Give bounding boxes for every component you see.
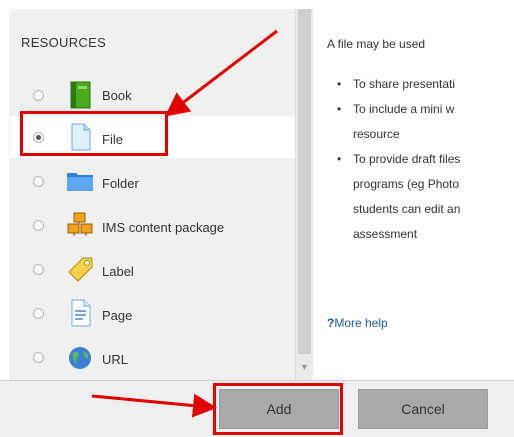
bullet-dot-icon: • [337, 152, 342, 166]
bullet-dot-icon: • [337, 102, 342, 116]
resource-label-label: Label [102, 264, 134, 279]
more-help-label: More help [334, 316, 388, 330]
file-icon [65, 122, 95, 152]
bullet-line: assessment [353, 227, 418, 241]
resource-item-page[interactable]: Page [10, 292, 295, 334]
description-list: • To share presentati • To include a min… [327, 77, 460, 241]
resource-label-url: URL [102, 352, 129, 367]
bullet-line: programs (eg Photo [353, 177, 460, 191]
section-title: RESOURCES [21, 35, 107, 50]
resource-label-file: File [102, 132, 123, 147]
cancel-button[interactable]: Cancel [358, 389, 488, 429]
radio-ims[interactable] [33, 219, 44, 231]
radio-file[interactable] [33, 131, 44, 143]
resource-label-book: Book [102, 88, 132, 103]
ims-package-icon [65, 210, 95, 240]
description-bullet-3: • To provide draft files programs (eg Ph… [327, 152, 460, 241]
book-icon [65, 80, 95, 110]
description-pane: A file may be used • To share presentati… [314, 9, 514, 380]
folder-icon [65, 166, 95, 196]
resource-item-label[interactable]: Label [10, 248, 295, 290]
label-tag-icon [65, 254, 95, 284]
bullet-line: To include a mini w [353, 102, 455, 116]
bullet-line: To share presentati [353, 77, 456, 91]
radio-folder[interactable] [33, 175, 44, 187]
resource-label-page: Page [102, 308, 133, 323]
resource-label-folder: Folder [102, 176, 139, 191]
list-scrollbar-thumb[interactable] [298, 9, 311, 354]
resource-item-folder[interactable]: Folder [10, 160, 295, 202]
bullet-dot-icon: • [337, 77, 342, 91]
resource-item-book[interactable]: Book [10, 74, 295, 116]
radio-book[interactable] [33, 89, 44, 101]
bullet-line: To provide draft files [353, 152, 461, 166]
radio-label[interactable] [33, 263, 44, 275]
description-bullet-2: • To include a mini w resource [327, 102, 460, 141]
description-bullet-1: • To share presentati [327, 77, 460, 91]
resource-label-ims: IMS content package [102, 220, 225, 235]
activity-chooser-dialog: RESOURCES Book File Folder IMS content p… [0, 0, 514, 437]
resource-item-file[interactable]: File [10, 116, 295, 158]
radio-page[interactable] [33, 307, 44, 319]
resource-item-ims[interactable]: IMS content package [10, 204, 295, 246]
url-globe-icon [65, 342, 95, 372]
description-intro: A file may be used [327, 37, 426, 51]
add-button[interactable]: Add [219, 389, 339, 429]
page-icon [65, 298, 95, 328]
resource-item-url[interactable]: URL [10, 336, 295, 378]
bullet-line: students can edit an [353, 202, 461, 216]
radio-url[interactable] [33, 351, 44, 363]
scroll-down-arrow-icon[interactable]: ▼ [300, 362, 309, 372]
bullet-line: resource [353, 127, 400, 141]
more-help-link[interactable]: ?More help [327, 316, 388, 330]
